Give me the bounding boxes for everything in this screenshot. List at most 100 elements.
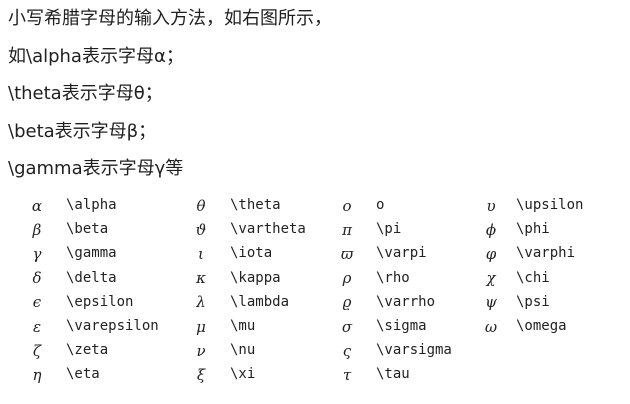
latex-command-cell: \chi [516, 269, 550, 286]
latex-command-cell: \upsilon [516, 197, 584, 214]
greek-symbol-cell: ν [190, 338, 230, 362]
greek-symbol: τ [342, 365, 352, 384]
greek-symbol-cell: ρ [336, 266, 376, 290]
greek-symbol-cell: δ [26, 266, 66, 290]
greek-symbol: ν [196, 341, 206, 360]
greek-symbol-cell [480, 362, 516, 386]
intro-line-4: \beta表示字母β； [8, 120, 157, 142]
greek-symbol: ξ [196, 365, 206, 384]
greek-symbol: ω [484, 317, 498, 336]
greek-symbol-cell: o [336, 193, 376, 217]
greek-symbol-cell [480, 338, 516, 362]
greek-symbol: o [342, 196, 352, 215]
greek-symbol: κ [196, 269, 206, 288]
latex-command-cell: \epsilon [66, 293, 134, 310]
latex-command-cell: \mu [230, 318, 256, 335]
greek-symbol-cell: ι [190, 241, 230, 265]
greek-symbol: η [32, 365, 42, 384]
latex-command-cell: \xi [230, 366, 256, 383]
greek-symbol-cell: φ [480, 241, 516, 265]
latex-command-cell: \varrho [376, 293, 436, 310]
table-row: ϵ \epsilon λ \lambda ϱ \varrho ψ \psi [26, 290, 606, 314]
greek-symbol: θ [196, 196, 206, 215]
greek-symbol: φ [485, 244, 497, 263]
greek-symbol: ψ [485, 293, 497, 312]
latex-command-cell: \zeta [66, 342, 109, 359]
greek-symbol-cell: β [26, 217, 66, 241]
latex-command-cell: o [376, 197, 385, 214]
table-row: ζ \zeta ν \nu ς \varsigma [26, 338, 606, 362]
greek-symbol: ϕ [485, 220, 497, 239]
latex-command-cell: \varpi [376, 245, 427, 262]
greek-symbol: ϖ [340, 244, 354, 263]
latex-command-cell: \kappa [230, 269, 281, 286]
greek-symbol-cell: ξ [190, 362, 230, 386]
greek-letters-table-image: α \alpha θ \theta o o υ \upsilon β \beta… [26, 193, 606, 393]
greek-symbol-cell: λ [190, 290, 230, 314]
table-row: α \alpha θ \theta o o υ \upsilon [26, 193, 606, 217]
greek-symbol: ϵ [32, 293, 42, 312]
intro-line-2: 如\alpha表示字母α； [8, 45, 184, 67]
latex-command-cell [516, 338, 606, 362]
greek-symbol: γ [32, 244, 42, 263]
greek-symbol-cell: ζ [26, 338, 66, 362]
greek-letters-table: α \alpha θ \theta o o υ \upsilon β \beta… [26, 193, 606, 387]
latex-command-cell: \omega [516, 318, 567, 335]
greek-symbol-cell: ψ [480, 290, 516, 314]
latex-command-cell: \psi [516, 293, 550, 310]
latex-command-cell: \vartheta [230, 221, 306, 238]
greek-symbol-cell: ω [480, 314, 516, 338]
greek-symbol: ρ [342, 269, 352, 288]
greek-symbol-cell: ς [336, 338, 376, 362]
greek-symbol-cell: υ [480, 193, 516, 217]
table-row: β \beta ϑ \vartheta π \pi ϕ \phi [26, 217, 606, 241]
latex-command-cell [516, 362, 606, 386]
latex-command-cell: \sigma [376, 318, 427, 335]
latex-command-cell: \gamma [66, 245, 117, 262]
latex-command-cell: \varsigma [376, 342, 452, 359]
greek-symbol-cell: ϵ [26, 290, 66, 314]
greek-symbol-cell: χ [480, 266, 516, 290]
table-row: ε \varepsilon μ \mu σ \sigma ω \omega [26, 314, 606, 338]
latex-command-cell: \beta [66, 221, 109, 238]
greek-symbol: λ [196, 293, 206, 312]
greek-symbol: π [342, 220, 352, 239]
intro-text-block: 小写希腊字母的输入方法，如右图所示， 如\alpha表示字母α； \theta表… [8, 0, 622, 188]
latex-command-cell: \alpha [66, 197, 117, 214]
greek-symbol: β [32, 220, 42, 239]
greek-symbol-cell: τ [336, 362, 376, 386]
greek-symbol-cell: η [26, 362, 66, 386]
latex-command-cell: \rho [376, 269, 410, 286]
table-row: δ \delta κ \kappa ρ \rho χ \chi [26, 266, 606, 290]
greek-symbol: ε [32, 317, 42, 336]
intro-line-5: \gamma表示字母γ等 [8, 158, 184, 179]
latex-command-cell: \theta [230, 197, 281, 214]
greek-symbol-cell: κ [190, 266, 230, 290]
page: { "intro": { "lines": [ "小写希腊字母的输入方法，如右图… [0, 0, 630, 404]
greek-symbol: δ [32, 269, 42, 288]
greek-symbol: ϑ [195, 220, 207, 239]
greek-symbol-cell: π [336, 217, 376, 241]
greek-symbol-cell: θ [190, 193, 230, 217]
latex-command-cell: \eta [66, 366, 100, 383]
greek-symbol: ι [198, 244, 204, 263]
latex-command-cell: \lambda [230, 293, 290, 310]
greek-symbol: μ [196, 317, 206, 336]
greek-symbol: ϱ [342, 293, 352, 312]
latex-command-cell: \delta [66, 269, 117, 286]
greek-symbol-cell: γ [26, 241, 66, 265]
latex-command-cell: \varphi [516, 245, 576, 262]
greek-symbol-cell: α [26, 193, 66, 217]
greek-symbol: υ [486, 196, 496, 215]
greek-symbol: σ [341, 317, 353, 336]
intro-line-3: \theta表示字母θ； [8, 83, 163, 104]
latex-command-cell: \tau [376, 366, 410, 383]
greek-symbol-cell: μ [190, 314, 230, 338]
latex-command-cell: \varepsilon [66, 318, 159, 335]
greek-symbol-cell: ε [26, 314, 66, 338]
greek-symbol-cell: ϱ [336, 290, 376, 314]
greek-symbol-cell: ϖ [336, 241, 376, 265]
greek-symbol: χ [486, 269, 496, 288]
greek-symbol: ζ [32, 341, 42, 360]
greek-symbol-cell: ϑ [190, 217, 230, 241]
